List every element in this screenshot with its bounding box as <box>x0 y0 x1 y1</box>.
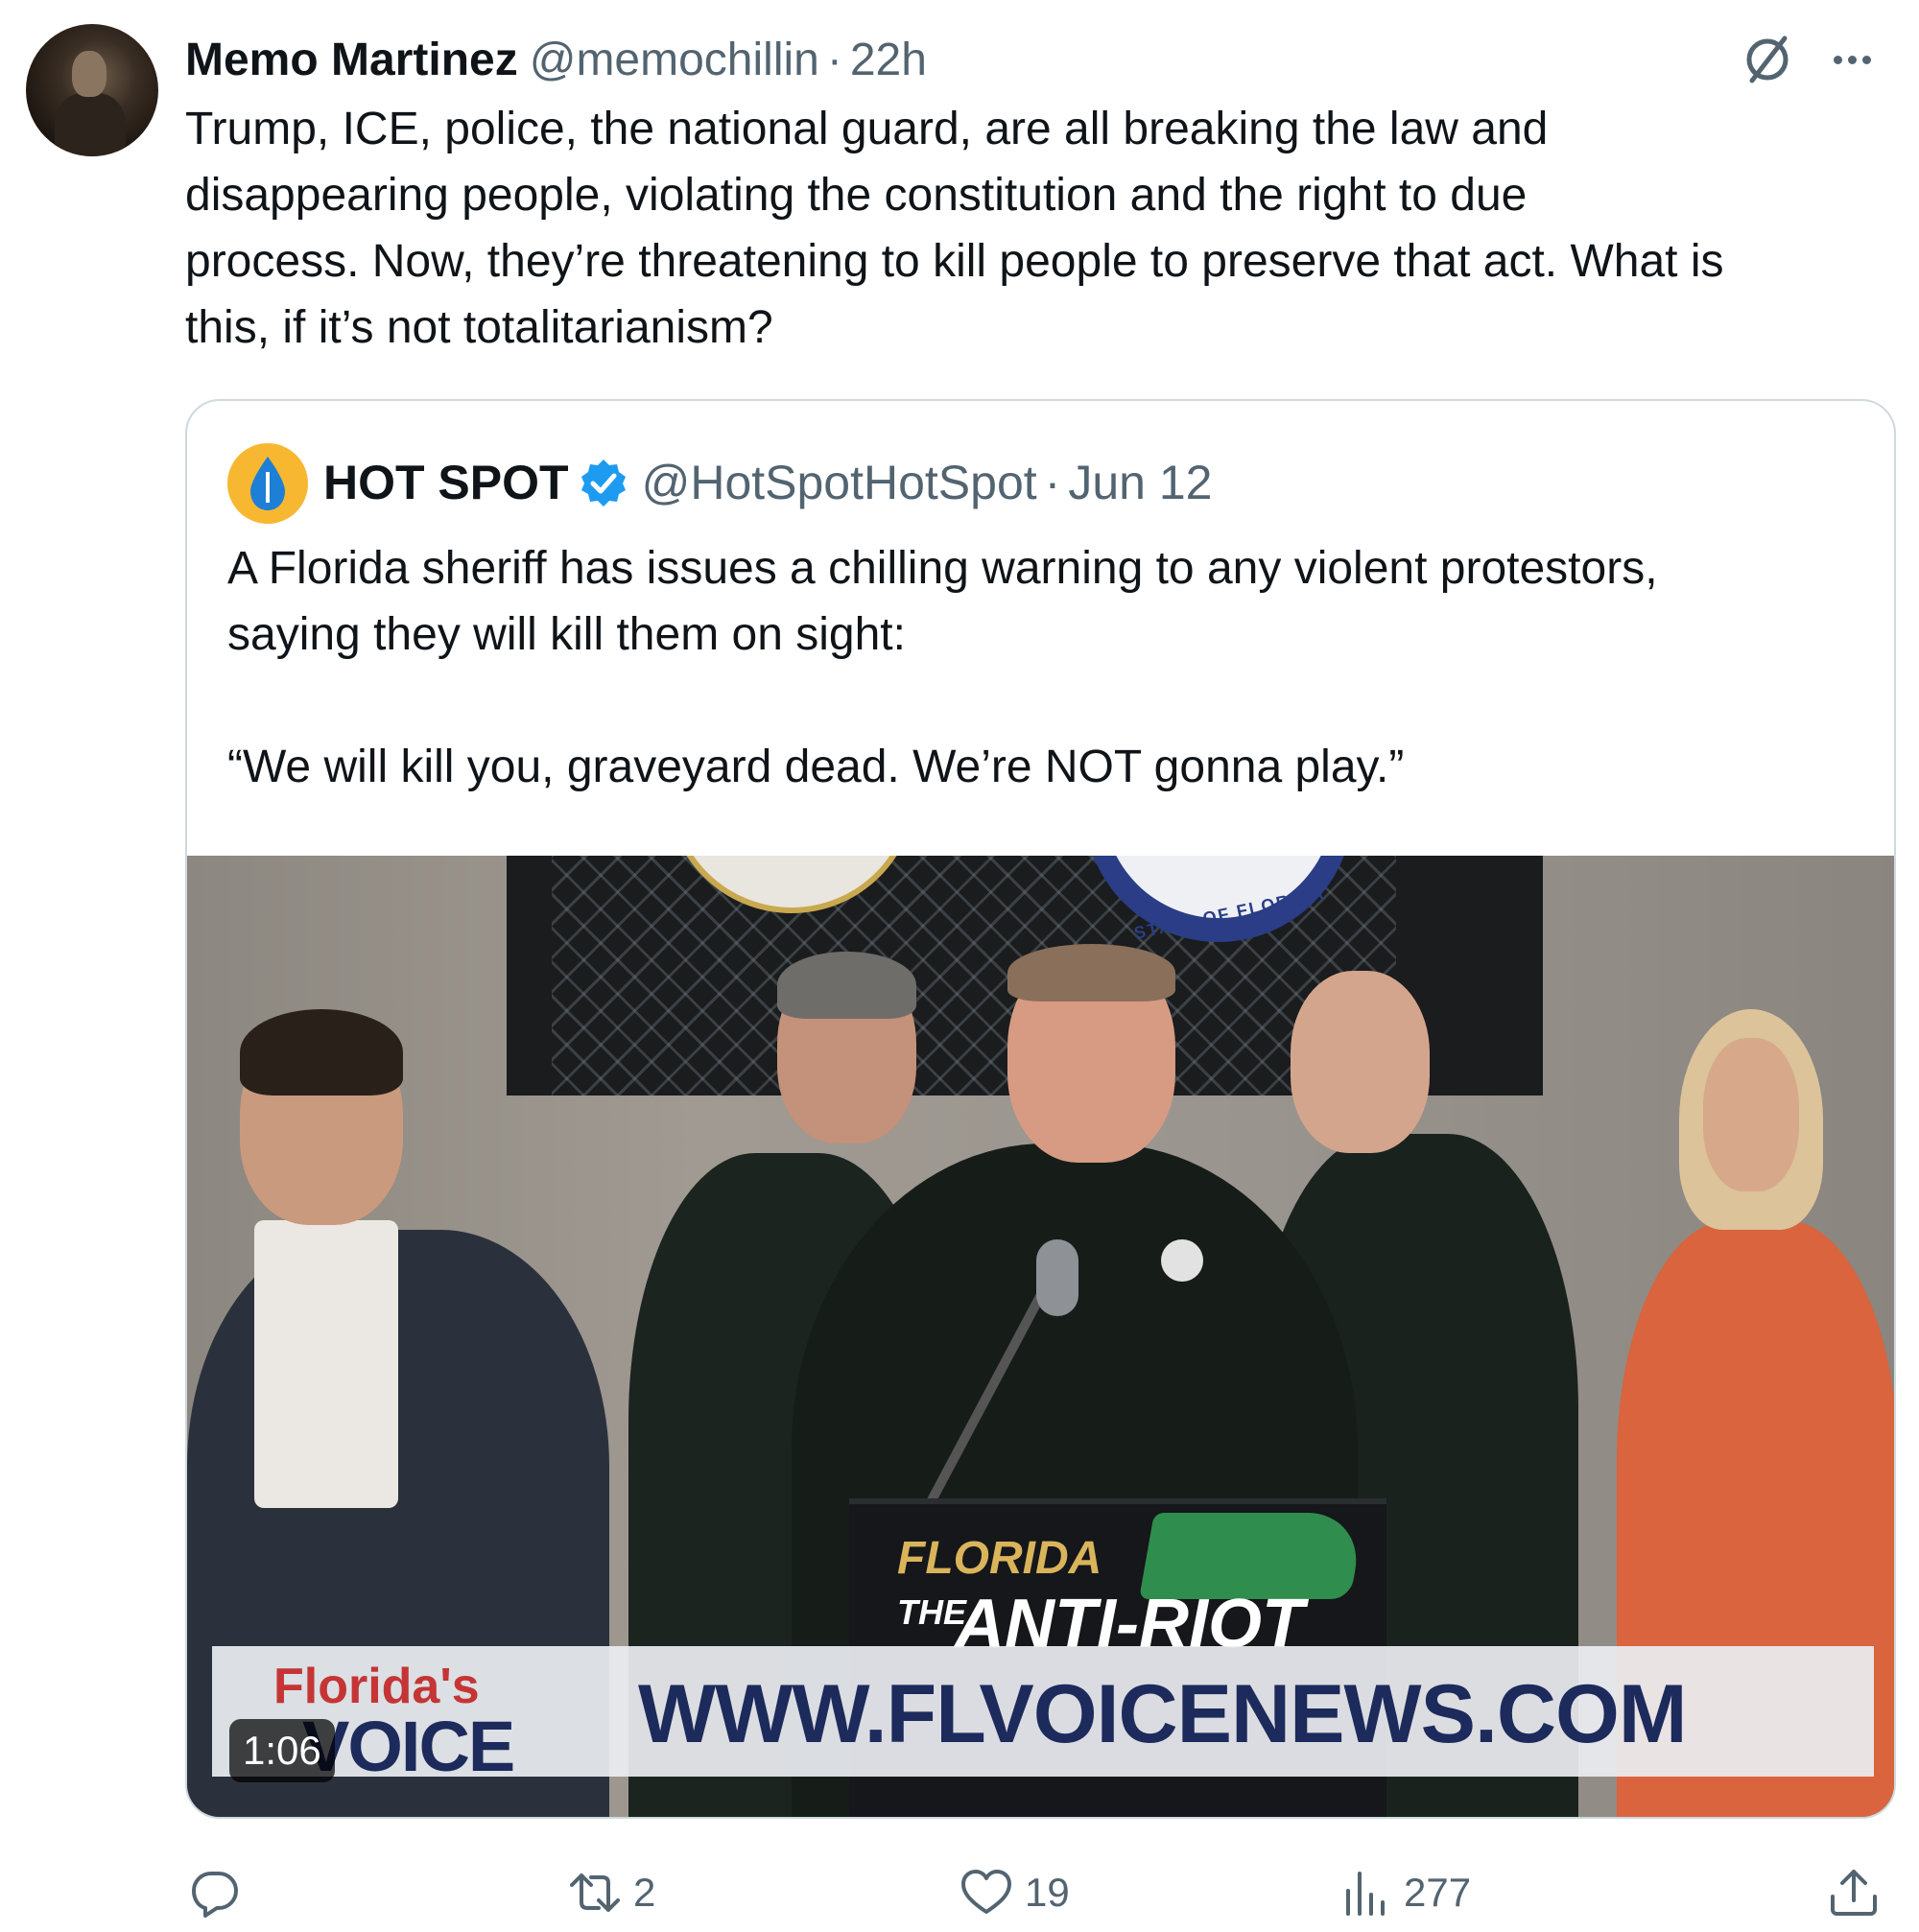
author-handle[interactable]: @memochillin <box>530 34 819 86</box>
droplet-icon <box>250 457 285 510</box>
like-count: 19 <box>1025 1870 1070 1915</box>
repost-icon <box>570 1873 620 1912</box>
reply-button[interactable] <box>188 1861 253 1924</box>
heart-icon <box>961 1870 1011 1914</box>
quote-header: HOT SPOT @HotSpotHotSpot · Jun 12 <box>323 449 1212 516</box>
quoted-post[interactable]: HOT SPOT @HotSpotHotSpot · Jun 12 A Flor… <box>185 399 1896 1819</box>
video-woman-right-face <box>1703 1038 1799 1191</box>
avatar-figure-body <box>55 93 126 156</box>
avatar-figure-head <box>72 51 107 97</box>
grok-icon[interactable] <box>1739 31 1796 88</box>
quote-author-handle[interactable]: @HotSpotHotSpot <box>642 455 1037 510</box>
podium-text-florida: FLORIDA <box>897 1533 1102 1584</box>
video-duration-badge: 1:06 <box>229 1719 335 1782</box>
more-dot <box>1847 55 1857 64</box>
author-name[interactable]: Memo Martinez <box>185 34 518 86</box>
video-officer-left-hair <box>777 952 916 1019</box>
verified-badge-icon <box>580 459 626 507</box>
views-icon <box>1346 1872 1385 1916</box>
repost-count: 2 <box>633 1870 656 1915</box>
video-officer-right-head <box>1291 971 1430 1153</box>
quote-text: A Florida sheriff has issues a chilling … <box>227 543 1658 792</box>
views-button[interactable]: 277 <box>1339 1861 1471 1924</box>
quote-author-name[interactable]: HOT SPOT <box>323 455 569 510</box>
video-player[interactable]: STATE OF FLORIDA FLORIDA THE ANTI-RIOT F… <box>187 856 1894 1817</box>
video-sheriff-hair <box>1007 944 1175 1001</box>
post-time[interactable]: 22h <box>850 34 927 86</box>
reply-icon <box>192 1872 238 1918</box>
views-count: 277 <box>1404 1870 1472 1915</box>
quote-author-avatar[interactable] <box>227 443 308 524</box>
quote-date[interactable]: Jun 12 <box>1068 455 1212 510</box>
video-person-left-shirt <box>254 1220 398 1508</box>
more-dot <box>1861 55 1871 64</box>
post-text: Trump, ICE, police, the national guard, … <box>185 104 1724 353</box>
repost-button[interactable]: 2 <box>568 1861 655 1924</box>
post-header: Memo Martinez @memochillin · 22h <box>185 29 927 90</box>
video-person-left-hair <box>240 1009 403 1096</box>
more-icon[interactable] <box>1823 33 1881 86</box>
share-button[interactable] <box>1827 1861 1881 1924</box>
more-dot <box>1833 55 1842 64</box>
author-avatar[interactable] <box>26 24 158 156</box>
microphone <box>1036 1239 1078 1316</box>
header-separator: · <box>826 34 842 85</box>
action-bar: 2 19 277 <box>0 1861 1919 1928</box>
share-icon <box>1831 1870 1877 1916</box>
quote-separator: · <box>1044 456 1061 509</box>
video-sheriff-badge <box>1161 1239 1203 1282</box>
news-url-banner: WWW.FLVOICENEWS.COM <box>638 1668 1687 1760</box>
like-button[interactable]: 19 <box>960 1861 1070 1924</box>
